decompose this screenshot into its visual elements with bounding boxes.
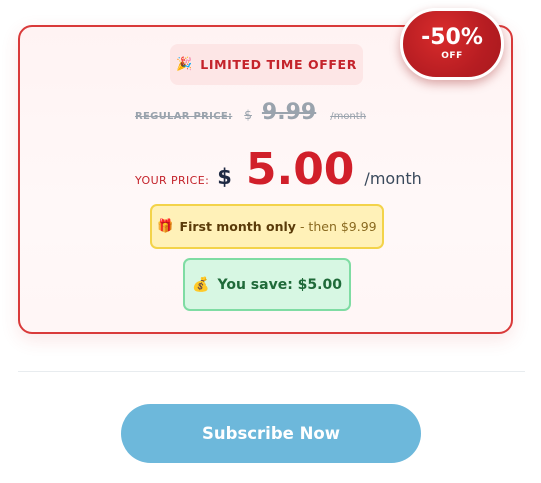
subscribe-button[interactable]: Subscribe Now xyxy=(121,404,421,463)
your-price-label: YOUR PRICE: xyxy=(135,174,210,187)
your-price-period: /month xyxy=(364,169,422,188)
regular-price-period: /month xyxy=(330,111,367,122)
savings-badge: 💰 You save: $5.00 xyxy=(183,258,351,311)
regular-price-label: REGULAR PRICE: xyxy=(135,111,233,122)
your-price-amount: 5.00 xyxy=(245,144,355,195)
your-price-row: YOUR PRICE: $ 5.00 /month xyxy=(135,140,422,200)
your-price-currency: $ xyxy=(217,165,232,189)
divider xyxy=(18,371,525,372)
first-month-rest: - then $9.99 xyxy=(299,219,377,234)
regular-price-currency: $ xyxy=(244,108,252,122)
regular-price-row: REGULAR PRICE: $ 9.99 /month xyxy=(135,100,366,136)
limited-time-offer-pill: 🎉 LIMITED TIME OFFER xyxy=(170,44,363,85)
limited-time-label: LIMITED TIME OFFER xyxy=(200,57,357,72)
money-bag-icon: 💰 xyxy=(192,276,210,293)
pricing-page: -50% OFF 🎉 LIMITED TIME OFFER REGULAR PR… xyxy=(0,0,541,483)
first-month-note: 🎁 First month only - then $9.99 xyxy=(150,204,384,249)
discount-badge: -50% OFF xyxy=(400,8,504,80)
first-month-strong: First month only xyxy=(179,219,296,234)
savings-text: You save: $5.00 xyxy=(217,276,342,293)
discount-percent: -50% xyxy=(421,25,483,50)
party-popper-icon: 🎉 xyxy=(176,57,193,72)
gift-icon: 🎁 xyxy=(157,219,174,234)
discount-off-label: OFF xyxy=(441,51,463,61)
regular-price-amount: 9.99 xyxy=(261,100,317,125)
